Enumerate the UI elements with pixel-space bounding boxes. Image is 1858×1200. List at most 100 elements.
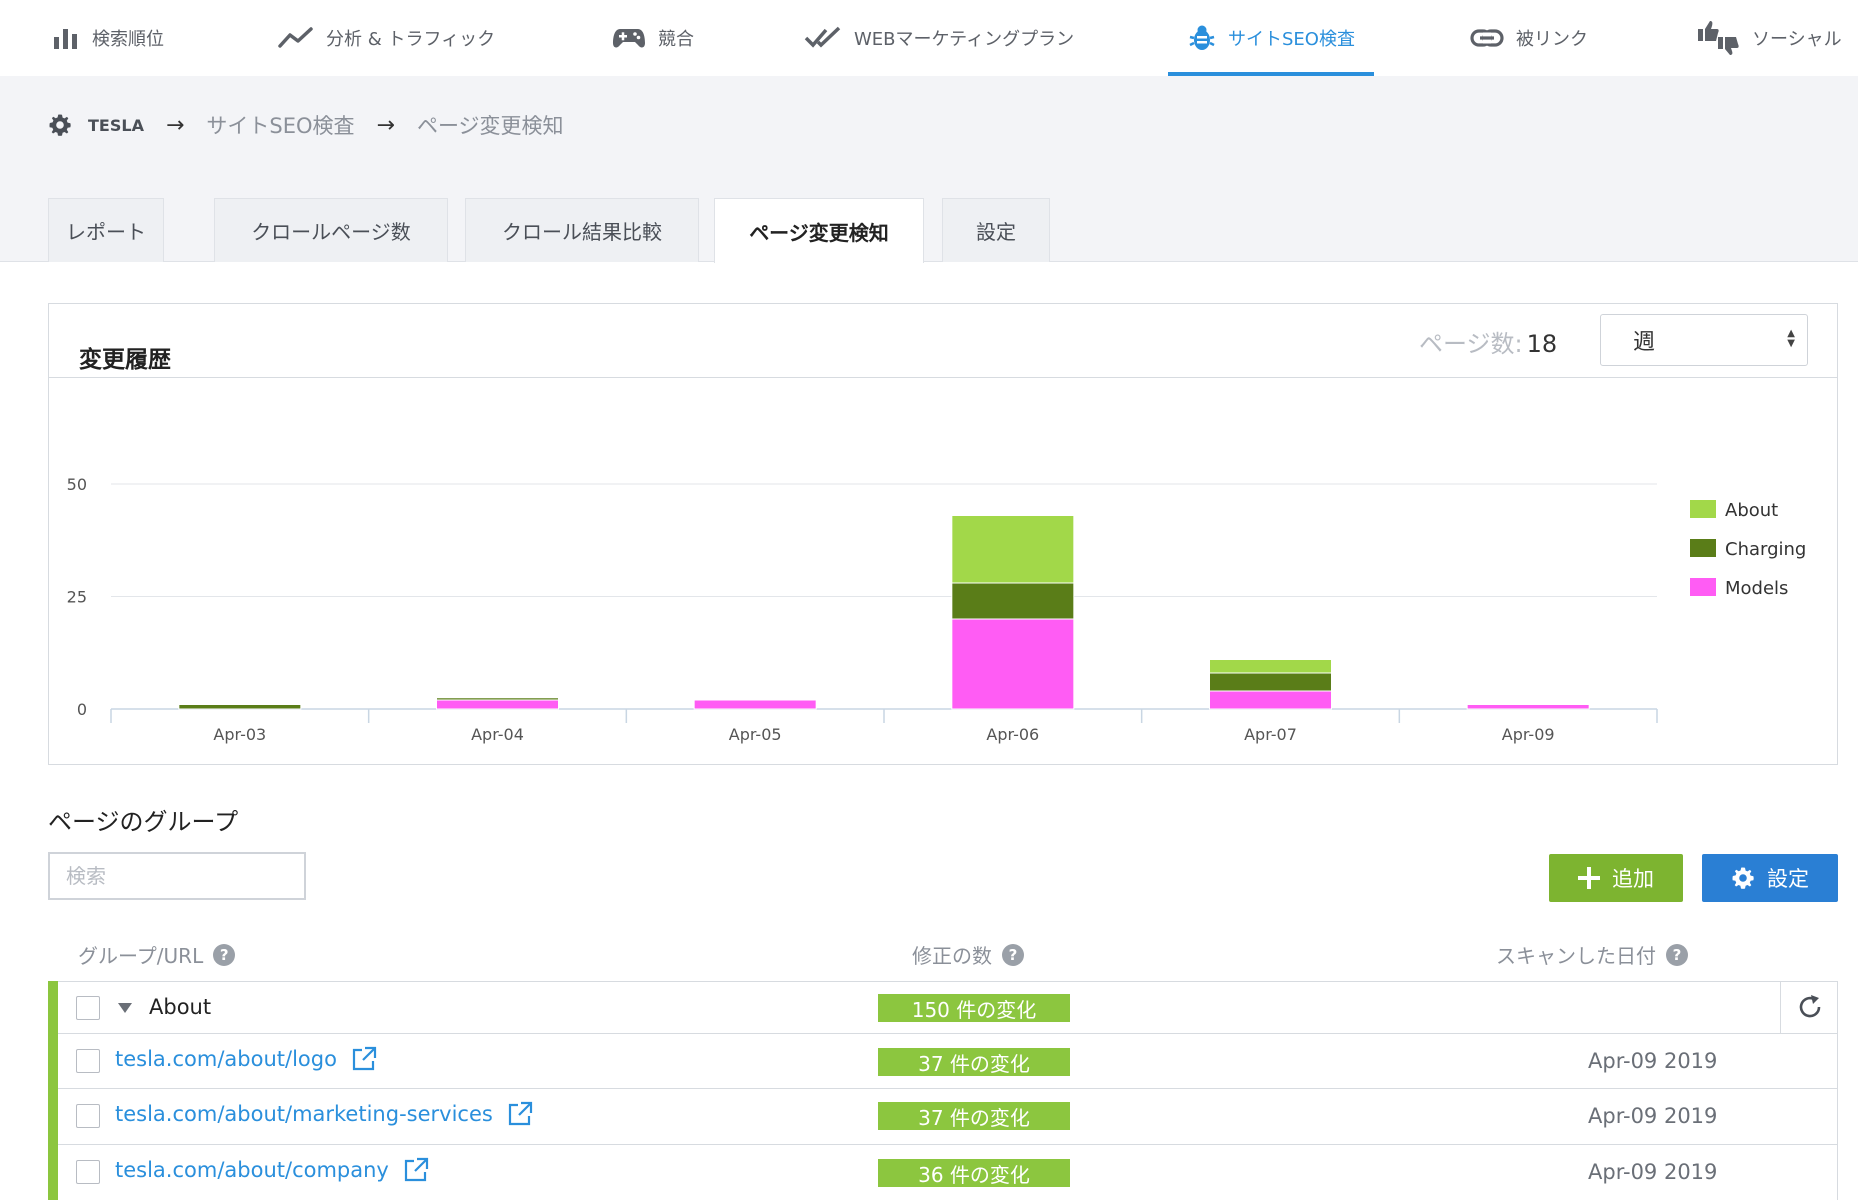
y-tick-label: 0 [77, 700, 87, 719]
changes-badge: 36 件の変化 [878, 1159, 1070, 1187]
nav-item-analytics[interactable]: 分析 & トラフィック [278, 0, 495, 76]
top-navigation: 検索順位 分析 & トラフィック 競合 WEBマーケティングプラン サイトSEO… [0, 0, 1858, 76]
group-row: About 150 件の変化 [58, 981, 1838, 1034]
table-row: tesla.com/about/company 36 件の変化 Apr-09 2… [58, 1145, 1838, 1200]
bug-icon [1189, 25, 1215, 50]
bar-segment-charging [951, 582, 1075, 620]
url-link[interactable]: tesla.com/about/logo [115, 1046, 377, 1072]
x-tick-label: Apr-03 [213, 725, 266, 744]
tab-crawl-pages[interactable]: クロールページ数 [214, 198, 448, 262]
group-name[interactable]: About [149, 995, 211, 1019]
change-history-chart: 0 25 50 Apr-03 Apr-04 Apr-05 Apr-06 Apr-07 Apr-0… [67, 475, 1807, 744]
nav-item-rankings[interactable]: 検索順位 [52, 0, 164, 76]
thumbs-icon [1698, 21, 1739, 55]
nav-item-backlinks[interactable]: 被リンク [1470, 0, 1588, 76]
nav-item-label: 被リンク [1516, 29, 1588, 50]
nav-item-label: 競合 [658, 29, 694, 50]
scan-date: Apr-09 2019 [1588, 1049, 1718, 1073]
refresh-icon [1799, 995, 1820, 1018]
settings-button-label: 設定 [1767, 867, 1809, 891]
refresh-button[interactable] [1780, 981, 1838, 1033]
legend-label: Charging [1725, 539, 1806, 560]
change-history-panel: 変更履歴 ページ数: 18 週 ▲ ▼ 0 25 50 Apr-03 Apr-04 Apr-0… [48, 303, 1838, 765]
tab-report[interactable]: レポート [48, 198, 164, 262]
legend-swatch-about [1690, 500, 1716, 518]
group-settings-button[interactable]: 設定 [1702, 854, 1838, 902]
nav-item-site-seo-audit[interactable]: サイトSEO検査 [1188, 0, 1355, 76]
x-tick-label: Apr-06 [986, 725, 1039, 744]
bar-segment-models [436, 699, 559, 710]
table-row: tesla.com/about/logo 37 件の変化 Apr-09 2019 [58, 1034, 1838, 1089]
bar-segment-models [1209, 690, 1332, 710]
url-text[interactable]: tesla.com/about/logo [115, 1047, 337, 1071]
plus-icon [1578, 867, 1600, 889]
external-link-icon[interactable] [403, 1157, 429, 1183]
group-checkbox[interactable] [76, 996, 100, 1020]
page-groups-title: ページのグループ [48, 808, 239, 836]
bar-segment-models [693, 699, 817, 710]
row-checkbox[interactable] [76, 1160, 100, 1184]
bar-chart-icon [54, 29, 77, 49]
breadcrumb-arrow-icon: → [165, 112, 185, 138]
row-checkbox[interactable] [76, 1049, 100, 1073]
y-tick-label: 25 [67, 588, 87, 607]
nav-item-web-marketing-plan[interactable]: WEBマーケティングプラン [804, 0, 1074, 76]
page-count-label: ページ数: [1419, 330, 1523, 358]
tab-crawl-compare[interactable]: クロール結果比較 [465, 198, 699, 262]
row-checkbox[interactable] [76, 1104, 100, 1128]
panel-title: 変更履歴 [79, 347, 171, 373]
page-count-value: 18 [1526, 330, 1558, 358]
x-tick-label: Apr-04 [471, 725, 524, 744]
bar-segment-charging [1209, 672, 1332, 692]
help-icon[interactable]: ? [1666, 943, 1688, 966]
add-button-label: 追加 [1612, 867, 1654, 891]
nav-item-label: ソーシャル [1752, 29, 1842, 50]
nav-item-label: 検索順位 [92, 29, 164, 50]
caret-down-icon[interactable] [118, 1003, 132, 1013]
add-group-button[interactable]: 追加 [1549, 854, 1683, 902]
y-tick-label: 50 [67, 475, 87, 494]
breadcrumb-item-site-seo-audit[interactable]: サイトSEO検査 [206, 110, 354, 140]
url-text[interactable]: tesla.com/about/marketing-services [115, 1102, 493, 1126]
group-indicator-bar [48, 981, 58, 1200]
bar-segment-about [1209, 659, 1332, 674]
trend-line-icon [278, 27, 313, 48]
legend-label: Models [1725, 578, 1788, 599]
tab-page-change[interactable]: ページ変更検知 [714, 198, 924, 263]
bar-segment-charging [178, 704, 302, 710]
column-header-url: グループ/URL? [78, 940, 236, 969]
select-arrows-icon: ▲ ▼ [1787, 328, 1795, 349]
double-check-icon [804, 26, 841, 48]
bar-segment-about [951, 515, 1075, 584]
url-link[interactable]: tesla.com/about/marketing-services [115, 1101, 533, 1127]
nav-item-social[interactable]: ソーシャル [1696, 0, 1842, 76]
group-search-input[interactable] [48, 852, 306, 900]
tab-settings[interactable]: 設定 [942, 198, 1050, 262]
url-text[interactable]: tesla.com/about/company [115, 1158, 389, 1182]
period-select[interactable]: 週 ▲ ▼ [1600, 314, 1808, 366]
legend-swatch-models [1690, 578, 1716, 596]
column-header-url-label: グループ/URL [78, 944, 204, 968]
table-row: tesla.com/about/marketing-services 37 件の… [58, 1089, 1838, 1145]
column-header-changes-label: 修正の数 [912, 944, 992, 968]
gear-icon [1732, 867, 1754, 889]
x-tick-label: Apr-07 [1244, 725, 1297, 744]
bar-segment-charging [436, 697, 559, 701]
scan-date: Apr-09 2019 [1588, 1160, 1718, 1184]
x-tick-label: Apr-05 [729, 725, 782, 744]
help-icon[interactable]: ? [213, 943, 236, 966]
external-link-icon[interactable] [507, 1101, 533, 1127]
url-link[interactable]: tesla.com/about/company [115, 1157, 429, 1183]
column-header-changes: 修正の数? [912, 940, 1024, 969]
link-icon [1470, 29, 1504, 47]
external-link-icon[interactable] [351, 1046, 377, 1072]
nav-item-label: WEBマーケティングプラン [854, 29, 1075, 50]
breadcrumb-root[interactable]: TESLA [88, 116, 144, 135]
breadcrumb-item-page-change: ページ変更検知 [416, 114, 564, 138]
column-header-scan-date-label: スキャンした日付 [1496, 944, 1656, 968]
nav-item-competitors[interactable]: 競合 [612, 0, 694, 76]
column-header-scan-date: スキャンした日付? [1496, 940, 1688, 969]
gamepad-icon [613, 29, 645, 48]
help-icon[interactable]: ? [1002, 943, 1024, 966]
nav-item-label: サイトSEO検査 [1228, 29, 1355, 50]
